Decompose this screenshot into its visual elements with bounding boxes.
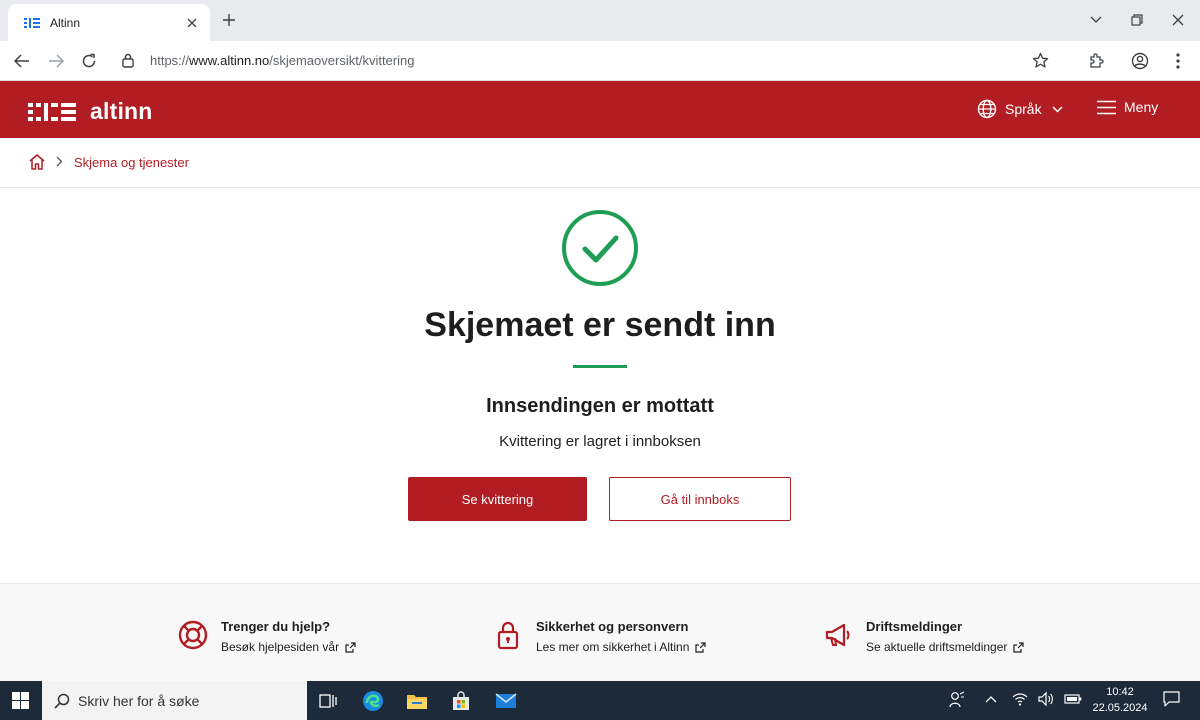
breadcrumb: Skjema og tjenester — [0, 138, 1200, 188]
footer-help-link[interactable]: Besøk hjelpesiden vår — [221, 640, 356, 654]
page-title: Skjemaet er sendt inn — [424, 306, 776, 344]
go-to-inbox-button[interactable]: Gå til innboks — [609, 477, 791, 521]
home-icon[interactable] — [28, 153, 46, 171]
browser-toolbar: https://www.altinn.no/skjemaoversikt/kvi… — [0, 41, 1200, 81]
footer-security-link[interactable]: Les mer om sikkerhet i Altinn — [536, 640, 707, 654]
lifebuoy-icon — [178, 620, 208, 650]
chevron-down-icon — [1052, 105, 1063, 113]
footer-security-title: Sikkerhet og personvern — [536, 619, 689, 634]
volume-icon[interactable] — [1038, 691, 1054, 707]
task-view-icon[interactable] — [316, 689, 340, 713]
chevron-right-icon — [56, 156, 63, 167]
close-window-icon[interactable] — [1170, 12, 1186, 28]
title-divider — [573, 365, 627, 368]
notification-center-icon[interactable] — [1163, 691, 1180, 707]
taskbar-clock[interactable]: 10:42 22.05.2024 — [1090, 684, 1150, 716]
more-options-icon[interactable] — [1167, 50, 1189, 72]
file-explorer-icon[interactable] — [405, 689, 429, 713]
edge-browser-icon[interactable] — [361, 689, 385, 713]
footer: Trenger du hjelp? Besøk hjelpesiden vår … — [0, 583, 1200, 681]
padlock-icon — [497, 621, 519, 650]
lock-icon — [122, 53, 134, 68]
clock-date: 22.05.2024 — [1092, 702, 1148, 714]
microsoft-store-icon[interactable] — [449, 689, 473, 713]
megaphone-icon — [825, 623, 850, 647]
receipt-note: Kvittering er lagret i innboksen — [499, 433, 701, 450]
restore-window-icon[interactable] — [1129, 12, 1145, 28]
footer-help-title: Trenger du hjelp? — [221, 619, 331, 634]
clock-time: 10:42 — [1106, 686, 1134, 698]
bookmark-star-icon[interactable] — [1032, 52, 1049, 69]
browser-tab[interactable]: Altinn — [8, 4, 210, 41]
menu-button[interactable]: Meny — [1097, 99, 1158, 115]
footer-status: Driftsmeldinger Se aktuelle driftsmeldin… — [822, 619, 1025, 654]
altinn-logo[interactable]: altinn — [28, 98, 153, 125]
wifi-icon[interactable] — [1012, 691, 1028, 707]
hamburger-menu-icon — [1097, 100, 1116, 114]
windows-start-icon[interactable] — [12, 692, 29, 709]
altinn-favicon-icon — [24, 17, 40, 28]
close-tab-icon[interactable] — [184, 15, 200, 31]
search-icon — [54, 693, 70, 709]
language-label: Språk — [1005, 101, 1042, 117]
browser-tabstrip: Altinn — [0, 0, 1200, 41]
success-check-icon — [562, 210, 638, 286]
taskbar: Skriv her for å søke 10:42 22.05.2024 — [0, 681, 1200, 720]
battery-icon[interactable] — [1064, 693, 1082, 705]
view-receipt-button[interactable]: Se kvittering — [408, 477, 587, 521]
external-link-icon — [695, 641, 707, 653]
external-link-icon — [345, 641, 356, 653]
globe-icon — [977, 99, 997, 119]
breadcrumb-link-skjema[interactable]: Skjema og tjenester — [74, 155, 189, 170]
footer-help: Trenger du hjelp? Besøk hjelpesiden vår — [177, 619, 356, 654]
external-link-icon — [1013, 641, 1025, 653]
footer-status-link[interactable]: Se aktuelle driftsmeldinger — [866, 640, 1025, 654]
mail-icon[interactable] — [494, 689, 518, 713]
url-text: https://www.altinn.no/skjemaoversikt/kvi… — [150, 53, 415, 68]
extensions-icon[interactable] — [1085, 50, 1107, 72]
search-placeholder: Skriv her for å søke — [78, 692, 200, 709]
forward-arrow-icon[interactable] — [45, 50, 67, 72]
address-bar[interactable]: https://www.altinn.no/skjemaoversikt/kvi… — [112, 46, 1062, 76]
confirmation-subtitle: Innsendingen er mottatt — [486, 395, 714, 417]
footer-security: Sikkerhet og personvern Les mer om sikke… — [492, 619, 707, 654]
new-tab-icon[interactable] — [219, 10, 239, 30]
language-selector[interactable]: Språk — [977, 99, 1063, 119]
reload-icon[interactable] — [78, 50, 100, 72]
tab-title: Altinn — [50, 15, 81, 30]
logo-text: altinn — [90, 98, 153, 124]
profile-icon[interactable] — [1129, 50, 1151, 72]
footer-status-title: Driftsmeldinger — [866, 619, 963, 634]
back-arrow-icon[interactable] — [11, 50, 33, 72]
taskbar-search-box[interactable]: Skriv her for å søke — [42, 681, 307, 720]
menu-label: Meny — [1124, 99, 1159, 115]
chevron-up-icon[interactable] — [985, 695, 997, 703]
site-header: altinn Språk Meny — [0, 81, 1200, 138]
chevron-down-icon[interactable] — [1088, 12, 1104, 28]
people-icon[interactable] — [949, 691, 965, 709]
altinn-logo-icon — [28, 102, 76, 121]
